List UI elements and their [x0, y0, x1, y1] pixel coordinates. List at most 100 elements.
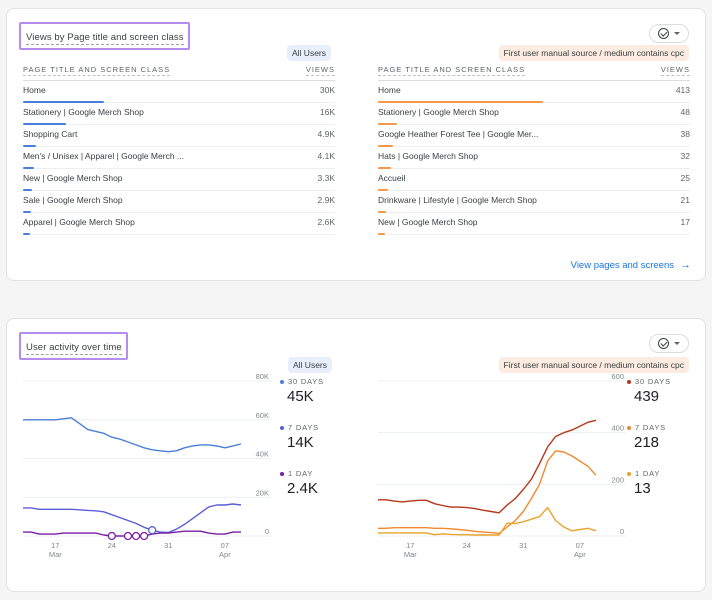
legend-item: 30 DAYS 439	[627, 377, 671, 405]
row-label: Accueil	[378, 173, 406, 183]
table-row[interactable]: Accueil 25	[378, 169, 690, 191]
table-row[interactable]: Home 413	[378, 81, 690, 103]
x-tick-label: 24	[108, 541, 116, 550]
table-header: PAGE TITLE AND SCREEN CLASS VIEWS	[23, 65, 335, 81]
row-label: Apparel | Google Merch Shop	[23, 217, 135, 227]
caret-down-icon	[674, 32, 680, 35]
table-row[interactable]: Apparel | Google Merch Shop 2.6K	[23, 213, 335, 235]
row-label: Sale | Google Merch Shop	[23, 195, 123, 205]
series-line-7-days	[23, 503, 242, 534]
table-rows: Home 30K Stationery | Google Merch Shop 16K…	[23, 81, 335, 235]
legend-item: 30 DAYS 45K	[280, 377, 324, 405]
user-activity-card: User activity over time All Users First …	[6, 318, 706, 592]
table-row[interactable]: Hats | Google Merch Shop 32	[378, 147, 690, 169]
y-tick-label: 60K	[256, 411, 269, 420]
row-value: 48	[680, 107, 690, 117]
chart-svg: 0 200 400 600 17Mar 24 31 07Apr	[378, 372, 626, 559]
legend-value: 218	[634, 434, 660, 451]
legend-value: 45K	[287, 388, 314, 405]
views-table-all-users: PAGE TITLE AND SCREEN CLASS VIEWS Home 30…	[23, 65, 335, 235]
table-row[interactable]: Stationery | Google Merch Shop 16K	[23, 103, 335, 125]
row-value: 3.3K	[317, 173, 336, 183]
anomaly-marker	[107, 531, 116, 541]
user-activity-chart-cpc: 0 200 400 600 17 Mar 24 31 07 Apr	[378, 369, 653, 569]
row-value: 17	[680, 217, 690, 227]
arrow-right-icon: →	[680, 259, 691, 271]
legend-item: 1 DAY 2.4K	[280, 469, 318, 497]
y-tick-label: 40K	[256, 450, 269, 459]
y-tick-label: 80K	[256, 372, 269, 381]
anomaly-marker	[123, 531, 133, 541]
row-value: 25	[680, 173, 690, 183]
legend-label-row: 30 DAYS	[280, 377, 324, 386]
column-header-metric[interactable]: VIEWS	[305, 65, 335, 76]
row-label: Hats | Google Merch Shop	[378, 151, 479, 161]
comparison-toggle-button[interactable]	[649, 334, 689, 353]
table-rows: Home 413 Stationery | Google Merch Shop 48 G…	[378, 81, 690, 235]
table-row[interactable]: New | Google Merch Shop 17	[378, 213, 690, 235]
x-tick-label: 31	[519, 541, 527, 550]
table-row[interactable]: New | Google Merch Shop 3.3K	[23, 169, 335, 191]
comparison-toggle-button[interactable]	[649, 24, 689, 43]
x-tick-month-label: Apr	[574, 550, 586, 559]
legend-dot-icon	[280, 425, 284, 430]
legend-value: 13	[634, 480, 651, 497]
row-value: 2.6K	[317, 217, 336, 227]
chart-svg: 0 20K 40K 60K 80K 17Mar 24 31 07Apr	[23, 372, 271, 559]
x-tick-label: 07	[221, 541, 229, 550]
row-value: 30K	[319, 85, 335, 95]
row-value: 2.9K	[317, 195, 336, 205]
row-label: Men's / Unisex | Apparel | Google Merch …	[23, 151, 184, 161]
legend-label-row: 1 DAY	[280, 469, 318, 478]
row-value: 4.9K	[317, 129, 336, 139]
row-value: 38	[680, 129, 690, 139]
series-line-1-day	[378, 506, 597, 536]
table-row[interactable]: Sale | Google Merch Shop 2.9K	[23, 191, 335, 213]
row-value: 32	[680, 151, 690, 161]
legend-label: 1 DAY	[635, 469, 661, 478]
table-row[interactable]: Home 30K	[23, 81, 335, 103]
legend-item: 7 DAYS 218	[627, 423, 666, 451]
row-label: New | Google Merch Shop	[23, 173, 123, 183]
table-row[interactable]: Men's / Unisex | Apparel | Google Merch …	[23, 147, 335, 169]
view-pages-and-screens-link[interactable]: View pages and screens →	[571, 259, 691, 271]
series-line-7-days	[378, 450, 597, 535]
legend-item: 7 DAYS 14K	[280, 423, 319, 451]
x-tick-label: 17	[51, 541, 59, 550]
check-circle-icon	[658, 28, 669, 39]
x-tick-label: 31	[164, 541, 172, 550]
segment-chip-cpc: First user manual source / medium contai…	[498, 45, 689, 61]
anomaly-marker	[131, 531, 141, 541]
anomaly-marker	[139, 531, 149, 541]
row-value: 16K	[319, 107, 335, 117]
x-tick-label: 24	[463, 541, 471, 550]
legend-label-row: 1 DAY	[627, 469, 660, 478]
y-tick-label: 0	[620, 527, 624, 536]
legend-dot-icon	[280, 471, 284, 476]
column-header-dimension[interactable]: PAGE TITLE AND SCREEN CLASS	[378, 65, 526, 76]
view-link-label: View pages and screens	[570, 259, 674, 271]
series-line-30-days	[378, 419, 597, 514]
card-title[interactable]: User activity over time	[26, 342, 122, 355]
x-tick-month-label: Apr	[219, 550, 231, 559]
column-header-dimension[interactable]: PAGE TITLE AND SCREEN CLASS	[23, 65, 171, 76]
series-line-30-days	[23, 417, 242, 453]
column-header-metric[interactable]: VIEWS	[660, 65, 690, 76]
segment-chip-all-users: All Users	[287, 45, 332, 61]
legend-dot-icon	[627, 471, 631, 476]
table-row[interactable]: Shopping Cart 4.9K	[23, 125, 335, 147]
y-tick-label: 600	[611, 372, 624, 381]
legend-dot-icon	[627, 425, 631, 430]
legend-dot-icon	[280, 379, 284, 384]
legend-label: 7 DAYS	[635, 423, 666, 432]
table-row[interactable]: Drinkware | Lifestyle | Google Merch Sho…	[378, 191, 690, 213]
table-row[interactable]: Google Heather Forest Tee | Google Mer..…	[378, 125, 690, 147]
card-title[interactable]: Views by Page title and screen class	[26, 32, 184, 45]
legend-value: 2.4K	[287, 480, 318, 497]
legend-label: 30 DAYS	[635, 377, 671, 386]
row-value: 413	[675, 85, 690, 95]
legend-label-row: 7 DAYS	[280, 423, 319, 432]
table-row[interactable]: Stationery | Google Merch Shop 48	[378, 103, 690, 125]
y-tick-label: 20K	[256, 488, 269, 497]
card-title-box: User activity over time	[19, 332, 128, 360]
